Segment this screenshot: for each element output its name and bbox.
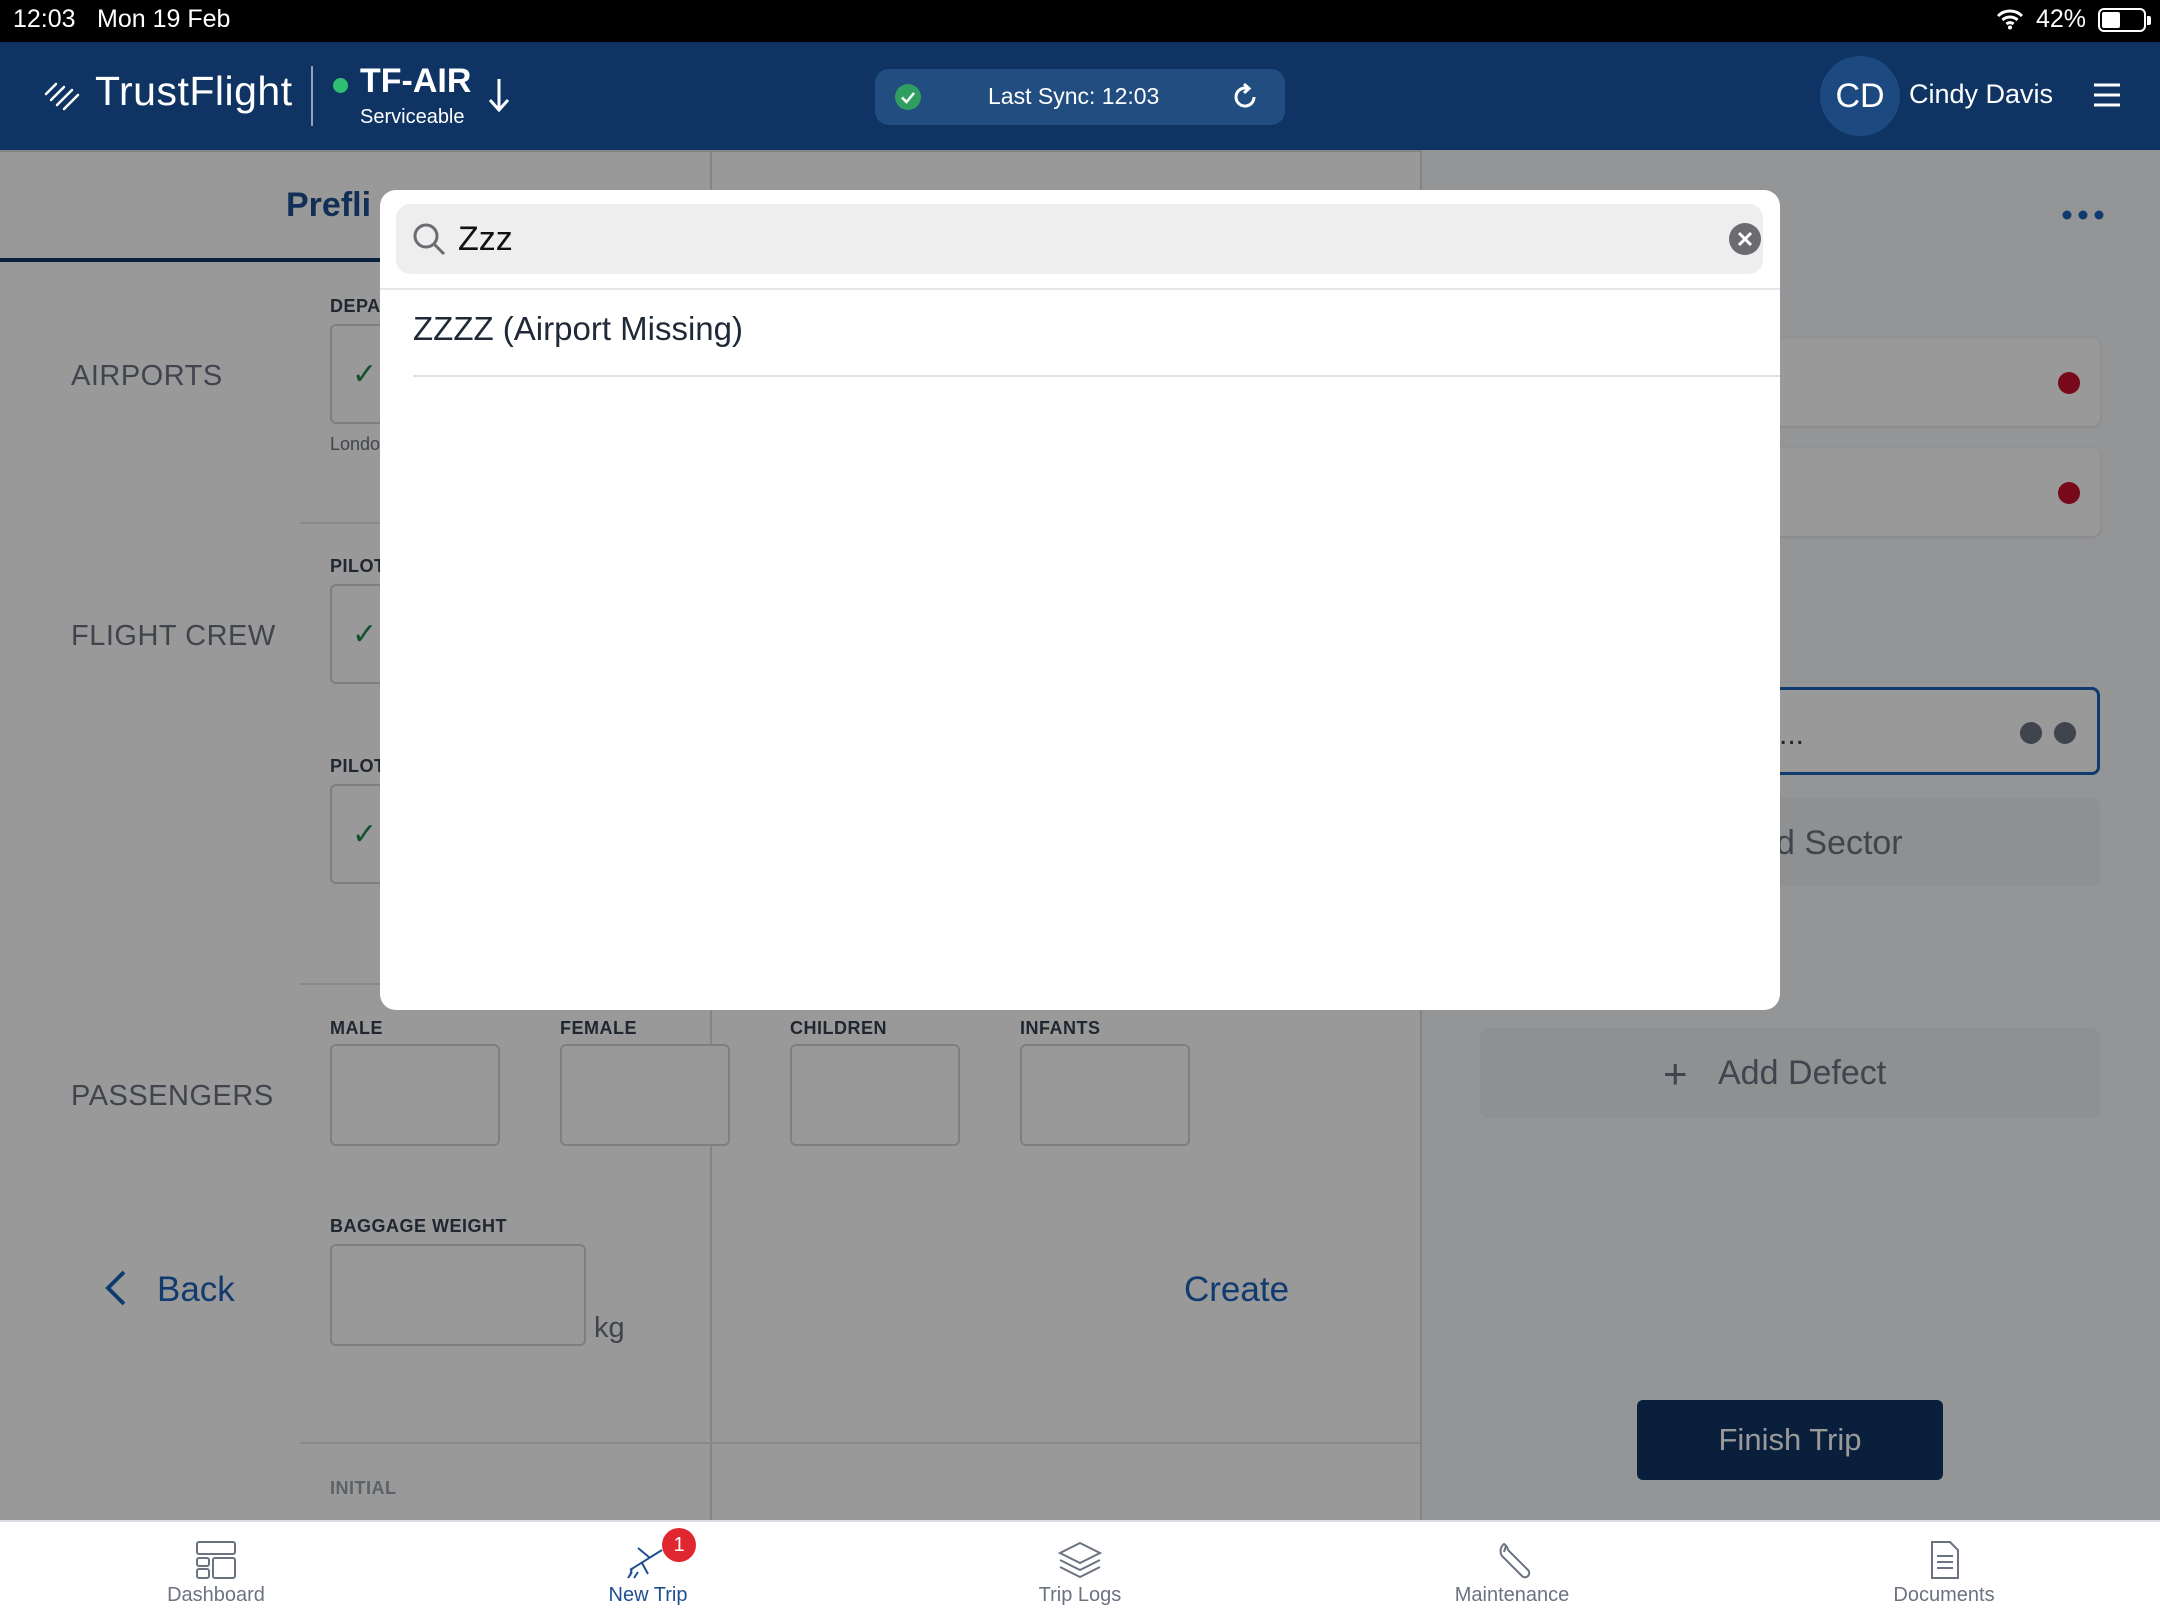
- notification-badge: 1: [662, 1528, 696, 1562]
- sync-status[interactable]: Last Sync: 12:03: [875, 69, 1285, 125]
- tab-trip-logs[interactable]: Trip Logs: [864, 1522, 1296, 1622]
- refresh-icon[interactable]: [1229, 81, 1261, 118]
- brand-name: TrustFlight: [95, 68, 293, 114]
- wifi-icon: [1996, 8, 2024, 37]
- wrench-icon: [1482, 1540, 1542, 1585]
- bottom-tab-bar: Dashboard 1 New Trip Trip Logs Maintenan…: [0, 1520, 2160, 1620]
- tab-label: New Trip: [608, 1584, 688, 1606]
- search-input[interactable]: [458, 214, 1678, 264]
- header-divider: [311, 66, 313, 126]
- airport-search-modal: ZZZZ (Airport Missing): [380, 190, 1780, 1010]
- tab-label: Maintenance: [1454, 1584, 1570, 1606]
- trustflight-logo-icon: [42, 76, 82, 121]
- user-avatar[interactable]: CD: [1820, 56, 1900, 136]
- tab-new-trip[interactable]: 1 New Trip: [432, 1522, 864, 1622]
- tab-label: Documents: [1893, 1584, 1995, 1606]
- status-bar: 12:03 Mon 19 Feb 42%: [0, 0, 2160, 42]
- battery-percent: 42%: [2036, 5, 2087, 33]
- result-divider: [413, 375, 1780, 377]
- sync-ok-icon: [895, 84, 921, 110]
- search-result-item[interactable]: ZZZZ (Airport Missing): [413, 310, 1780, 368]
- hamburger-menu-icon[interactable]: [2092, 80, 2122, 115]
- app-header: TrustFlight TF-AIR Serviceable Last Sync…: [0, 42, 2160, 150]
- aircraft-status: Serviceable: [360, 106, 465, 128]
- dashboard-icon: [186, 1540, 246, 1585]
- aircraft-status-dot: [333, 78, 348, 93]
- tab-label: Dashboard: [167, 1584, 265, 1606]
- battery-icon: [2098, 8, 2151, 32]
- tab-label: Trip Logs: [1038, 1584, 1122, 1606]
- clear-search-icon[interactable]: [1729, 223, 1761, 255]
- modal-divider: [380, 288, 1780, 290]
- last-sync-label: Last Sync: 12:03: [988, 83, 1160, 109]
- user-name[interactable]: Cindy Davis: [1909, 79, 2053, 110]
- layers-icon: [1050, 1540, 1110, 1585]
- tab-maintenance[interactable]: Maintenance: [1296, 1522, 1728, 1622]
- status-date: Mon 19 Feb: [97, 5, 231, 33]
- tab-dashboard[interactable]: Dashboard: [0, 1522, 432, 1622]
- search-icon: [412, 222, 446, 261]
- status-time: 12:03: [13, 5, 76, 33]
- aircraft-registration[interactable]: TF-AIR: [360, 62, 471, 101]
- arrow-down-icon[interactable]: [486, 75, 512, 120]
- search-bar: [396, 204, 1763, 274]
- document-icon: [1914, 1540, 1974, 1585]
- tab-documents[interactable]: Documents: [1728, 1522, 2160, 1622]
